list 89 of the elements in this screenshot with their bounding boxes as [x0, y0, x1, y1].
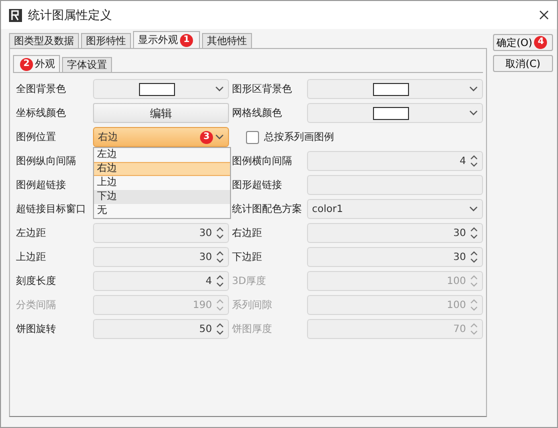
spinner-arrows-icon: [216, 226, 224, 240]
dialog-button[interactable]: 确定(O) 4: [493, 34, 553, 51]
spin-value: 50: [199, 324, 212, 334]
spin-value: 190: [192, 300, 212, 310]
chevron-down-icon: [215, 86, 224, 92]
window-title: 统计图属性定义: [28, 6, 113, 24]
spin-field[interactable]: 30: [307, 223, 483, 243]
dropdown-option[interactable]: 下边: [94, 190, 230, 204]
spin-value: 30: [453, 228, 466, 238]
chevron-down-icon: [469, 206, 478, 212]
field-label: 图形超链接: [232, 178, 282, 192]
field-label: 图例超链接: [16, 178, 66, 192]
color-picker[interactable]: [307, 103, 483, 123]
dropdown-option[interactable]: 右边: [94, 162, 230, 176]
app-icon: [9, 8, 22, 22]
field-label: 统计图配色方案: [232, 202, 302, 216]
spin-value: 30: [199, 252, 212, 262]
spinner-arrows-icon: [470, 250, 478, 264]
spinner-arrows-icon: [470, 226, 478, 240]
tab[interactable]: 其他特性: [202, 33, 252, 48]
color-swatch: [372, 106, 408, 120]
step-badge: 1: [180, 34, 193, 46]
spinner-arrows-icon: [216, 274, 224, 288]
spin-value: 30: [453, 252, 466, 262]
dropdown[interactable]: 右边 3: [93, 127, 229, 147]
tab[interactable]: 字体设置: [62, 57, 112, 72]
spinner-arrows-icon: [470, 274, 478, 288]
field-label: 全图背景色: [16, 82, 66, 96]
dropdown-option[interactable]: 无: [94, 204, 230, 218]
spin-value: 4: [460, 156, 466, 166]
chevron-down-icon: [215, 134, 224, 140]
field-label: 图形区背景色: [232, 82, 292, 96]
dropdown[interactable]: color1: [307, 199, 483, 219]
spinner-arrows-icon: [470, 154, 478, 168]
field-label: 图例纵向间隔: [16, 155, 76, 168]
step-badge: 3: [200, 130, 213, 144]
step-badge: 2: [20, 58, 33, 70]
dialog-button[interactable]: 取消(C): [493, 55, 553, 72]
tab[interactable]: 图类型及数据: [9, 33, 79, 48]
spin-field[interactable]: 4: [307, 151, 483, 171]
spin-field[interactable]: 30: [93, 223, 229, 243]
spin-field[interactable]: 50: [93, 319, 229, 339]
field-label: 系列间隙: [232, 298, 272, 312]
edit-button[interactable]: 编辑: [93, 103, 229, 123]
field-label: 左边距: [16, 226, 46, 240]
chevron-down-icon: [469, 86, 478, 92]
text-field[interactable]: [307, 175, 483, 195]
color-swatch: [372, 82, 408, 96]
tab[interactable]: 显示外观 1: [133, 31, 200, 48]
close-icon[interactable]: [539, 10, 549, 20]
color-picker[interactable]: [93, 79, 229, 99]
spin-value: 30: [199, 228, 212, 238]
dropdown-option[interactable]: 左边: [94, 148, 230, 162]
tab[interactable]: 2 外观: [13, 55, 60, 72]
dropdown-value: color1: [312, 204, 343, 214]
field-label: 图例横向间隔: [232, 154, 292, 168]
tab[interactable]: 图形特性: [81, 33, 131, 48]
checkbox[interactable]: [246, 130, 259, 144]
field-label: 饼图厚度: [232, 322, 272, 336]
spin-value: 100: [446, 276, 466, 286]
field-label: 分类间隔: [16, 298, 56, 312]
dropdown-option[interactable]: 上边: [94, 176, 230, 190]
spinner-arrows-icon: [216, 250, 224, 264]
spinner-arrows-icon: [216, 298, 224, 312]
field-label: 上边距: [16, 250, 46, 264]
color-picker[interactable]: [307, 79, 483, 99]
spin-field[interactable]: 4: [93, 271, 229, 291]
field-label: 3D厚度: [232, 274, 266, 288]
field-label: 图例位置: [16, 130, 56, 144]
field-label: 网格线颜色: [232, 106, 282, 120]
color-swatch: [138, 82, 174, 96]
step-badge: 4: [534, 36, 548, 49]
spin-field[interactable]: 30: [307, 247, 483, 267]
field-label: 下边距: [232, 250, 262, 264]
spin-value: 100: [446, 300, 466, 310]
field-label: 超链接目标窗口: [16, 202, 86, 216]
spin-value: 4: [206, 276, 212, 286]
field-label: 刻度长度: [16, 274, 56, 288]
spin-field[interactable]: 30: [93, 247, 229, 267]
spinner-arrows-icon: [470, 298, 478, 312]
spin-value: 70: [453, 324, 466, 334]
field-label: 坐标线颜色: [16, 106, 66, 120]
field-label: 饼图旋转: [16, 322, 56, 336]
checkbox-label: 总按系列画图例: [264, 130, 334, 144]
field-label: 右边距: [232, 226, 262, 240]
spinner-arrows-icon: [470, 322, 478, 336]
spinner-arrows-icon: [216, 322, 224, 336]
dropdown-value: 右边: [98, 130, 118, 144]
chevron-down-icon: [469, 110, 478, 116]
